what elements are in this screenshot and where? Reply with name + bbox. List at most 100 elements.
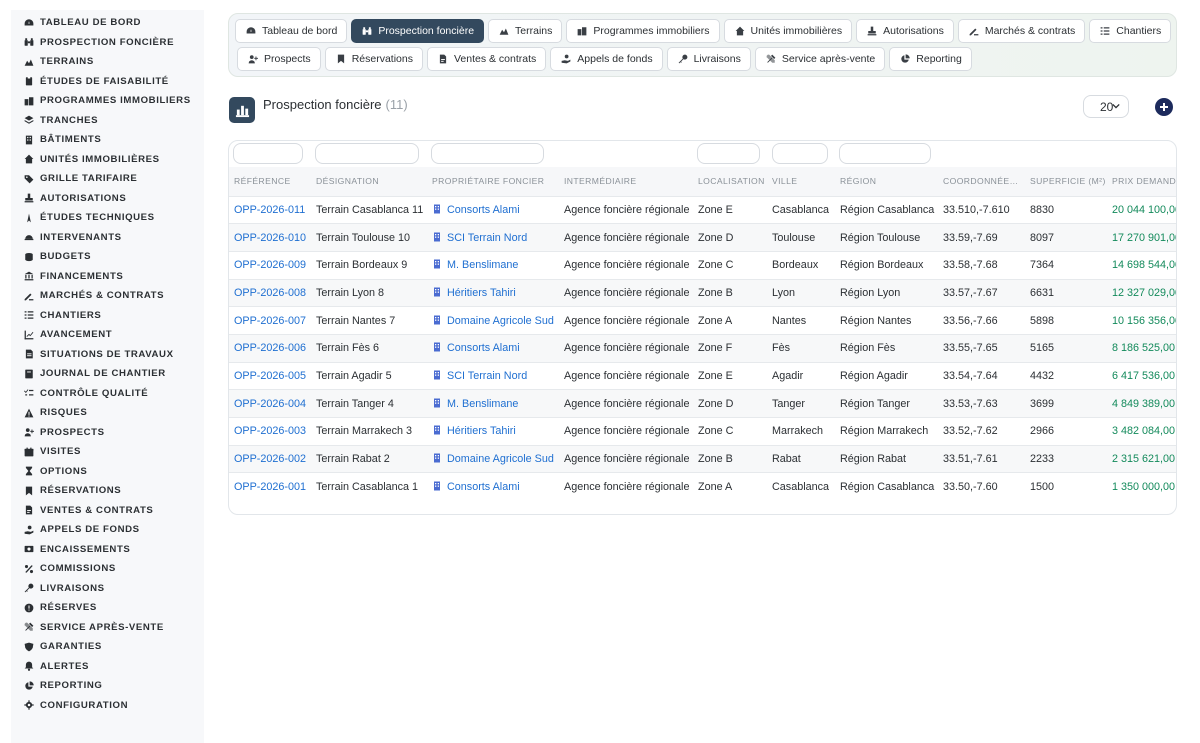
column-header[interactable]: VILLE	[767, 167, 835, 196]
sidebar-item-configuration[interactable]: CONFIGURATION	[11, 696, 204, 716]
filter-city[interactable]	[772, 143, 828, 164]
sidebar-item-chantiers[interactable]: CHANTIERS	[11, 306, 204, 326]
reference-link[interactable]: OPP-2026-006	[234, 342, 306, 354]
column-header[interactable]: SUPERFICIE (M²)	[1025, 167, 1107, 196]
owner-link[interactable]: SCI Terrain Nord	[447, 370, 527, 382]
sidebar-item-encaissements[interactable]: ENCAISSEMENTS	[11, 540, 204, 560]
sidebar-item-batiments[interactable]: BÂTIMENTS	[11, 130, 204, 150]
tab-reporting[interactable]: Reporting	[889, 47, 972, 71]
sidebar-item-budgets[interactable]: BUDGETS	[11, 247, 204, 267]
sidebar-item-tranches[interactable]: TRANCHES	[11, 111, 204, 131]
reference-link[interactable]: OPP-2026-011	[234, 204, 305, 216]
sidebar-item-terrains[interactable]: TERRAINS	[11, 52, 204, 72]
reference-link[interactable]: OPP-2026-010	[234, 232, 306, 244]
reference-link[interactable]: OPP-2026-004	[234, 398, 306, 410]
filter-reference[interactable]	[233, 143, 303, 164]
filter-owner[interactable]	[431, 143, 544, 164]
reference-link[interactable]: OPP-2026-001	[234, 481, 306, 493]
table-row[interactable]: OPP-2026-002 Terrain Rabat 2 Domaine Agric…	[229, 444, 1176, 473]
column-header[interactable]: RÉFÉRENCE	[229, 167, 311, 196]
sidebar-item-situations-de-travaux[interactable]: SITUATIONS DE TRAVAUX	[11, 345, 204, 365]
table-row[interactable]: OPP-2026-009 Terrain Bordeaux 9 M. Benslim…	[229, 250, 1176, 280]
owner-link[interactable]: Consorts Alami	[447, 342, 520, 354]
sidebar-item-journal-de-chantier[interactable]: JOURNAL DE CHANTIER	[11, 364, 204, 384]
filter-location[interactable]	[697, 143, 760, 164]
owner-link[interactable]: M. Benslimane	[447, 259, 518, 271]
tab-marches-contrats[interactable]: Marchés & contrats	[957, 19, 1086, 43]
table-row[interactable]: OPP-2026-008 Terrain Lyon 8 Héritiers Tahi…	[229, 278, 1176, 307]
owner-link[interactable]: Consorts Alami	[447, 204, 520, 216]
owner-link[interactable]: Domaine Agricole Sud	[447, 315, 554, 327]
reference-link[interactable]: OPP-2026-005	[234, 370, 306, 382]
sidebar-item-commissions[interactable]: COMMISSIONS	[11, 559, 204, 579]
tab-chantiers[interactable]: Chantiers	[1089, 19, 1172, 43]
tab-appels-de-fonds[interactable]: Appels de fonds	[550, 47, 663, 71]
filter-designation[interactable]	[315, 143, 419, 164]
sidebar-item-visites[interactable]: VISITES	[11, 442, 204, 462]
reference-link[interactable]: OPP-2026-009	[234, 259, 306, 271]
tab-terrains[interactable]: Terrains	[488, 19, 563, 43]
table-row[interactable]: OPP-2026-004 Terrain Tanger 4 M. Bensliman…	[229, 389, 1176, 418]
sidebar-item-garanties[interactable]: GARANTIES	[11, 637, 204, 657]
sidebar-item-etudes-techniques[interactable]: ÉTUDES TECHNIQUES	[11, 208, 204, 228]
table-row[interactable]: OPP-2026-007 Terrain Nantes 7 Domaine Agri…	[229, 306, 1176, 335]
sidebar-item-livraisons[interactable]: LIVRAISONS	[11, 579, 204, 599]
tab-autorisations[interactable]: Autorisations	[856, 19, 954, 43]
reference-link[interactable]: OPP-2026-002	[234, 453, 306, 465]
tab-livraisons[interactable]: Livraisons	[666, 47, 751, 71]
column-header[interactable]: COORDONNÉE…	[938, 167, 1025, 196]
sidebar-item-autorisations[interactable]: AUTORISATIONS	[11, 189, 204, 209]
sidebar-item-grille-tarifaire[interactable]: GRILLE TARIFAIRE	[11, 169, 204, 189]
table-row[interactable]: OPP-2026-001 Terrain Casablanca 1 Consorts…	[229, 472, 1176, 501]
tab-reservations[interactable]: Réservations	[324, 47, 423, 71]
sidebar-item-etudes-de-faisabilite[interactable]: ÉTUDES DE FAISABILITÉ	[11, 72, 204, 92]
table-row[interactable]: OPP-2026-005 Terrain Agadir 5 SCI Terrain …	[229, 361, 1176, 390]
reference-link[interactable]: OPP-2026-007	[234, 315, 306, 327]
sidebar-item-alertes[interactable]: ALERTES	[11, 657, 204, 677]
sidebar-item-intervenants[interactable]: INTERVENANTS	[11, 228, 204, 248]
sidebar-item-tableau-de-bord[interactable]: TABLEAU DE BORD	[11, 13, 204, 33]
table-row[interactable]: OPP-2026-011 Terrain Casablanca 11 Consort…	[229, 195, 1176, 224]
sidebar-item-programmes-immobiliers[interactable]: PROGRAMMES IMMOBILIERS	[11, 91, 204, 111]
sidebar-item-financements[interactable]: FINANCEMENTS	[11, 267, 204, 287]
sidebar-item-options[interactable]: OPTIONS	[11, 462, 204, 482]
tab-service-apres-vente[interactable]: Service après-vente	[754, 47, 886, 71]
tab-prospection-fonciere[interactable]: Prospection foncière	[351, 19, 485, 43]
sidebar-item-appels-de-fonds[interactable]: APPELS DE FONDS	[11, 520, 204, 540]
owner-link[interactable]: Héritiers Tahiri	[447, 425, 516, 437]
owner-link[interactable]: SCI Terrain Nord	[447, 232, 527, 244]
sidebar-item-prospection-fonciere[interactable]: PROSPECTION FONCIÈRE	[11, 33, 204, 53]
sidebar-item-controle-qualite[interactable]: CONTRÔLE QUALITÉ	[11, 384, 204, 404]
sidebar-item-avancement[interactable]: AVANCEMENT	[11, 325, 204, 345]
sidebar-item-unites-immobilieres[interactable]: UNITÉS IMMOBILIÈRES	[11, 150, 204, 170]
sidebar-item-reservations[interactable]: RÉSERVATIONS	[11, 481, 204, 501]
column-header[interactable]: RÉGION	[835, 167, 938, 196]
sidebar-item-service-apres-vente[interactable]: SERVICE APRÈS-VENTE	[11, 618, 204, 638]
filter-region[interactable]	[839, 143, 931, 164]
tab-tableau-de-bord[interactable]: Tableau de bord	[235, 19, 348, 43]
owner-link[interactable]: Héritiers Tahiri	[447, 287, 516, 299]
column-header[interactable]: PRIX DEMANDÉ	[1107, 167, 1176, 196]
tab-programmes-immobiliers[interactable]: Programmes immobiliers	[566, 19, 720, 43]
tab-unites-immobilieres[interactable]: Unités immobilières	[723, 19, 853, 43]
reference-link[interactable]: OPP-2026-008	[234, 287, 306, 299]
column-header[interactable]: PROPRIÉTAIRE FONCIER	[427, 167, 559, 196]
per-page-select[interactable]: 20	[1083, 95, 1129, 118]
table-row[interactable]: OPP-2026-010 Terrain Toulouse 10 SCI Terra…	[229, 223, 1176, 252]
owner-link[interactable]: Domaine Agricole Sud	[447, 453, 554, 465]
add-button[interactable]	[1155, 98, 1173, 116]
tab-ventes-contrats[interactable]: Ventes & contrats	[426, 47, 547, 71]
sidebar-item-reporting[interactable]: REPORTING	[11, 676, 204, 696]
column-header[interactable]: INTERMÉDIAIRE	[559, 167, 693, 196]
sidebar-item-marches-contrats[interactable]: MARCHÉS & CONTRATS	[11, 286, 204, 306]
sidebar-item-reserves[interactable]: RÉSERVES	[11, 598, 204, 618]
owner-link[interactable]: M. Benslimane	[447, 398, 518, 410]
sidebar-item-risques[interactable]: RISQUES	[11, 403, 204, 423]
tab-prospects[interactable]: Prospects	[237, 47, 321, 71]
table-row[interactable]: OPP-2026-006 Terrain Fès 6 Consorts Alami A…	[229, 333, 1176, 363]
sidebar-item-prospects[interactable]: PROSPECTS	[11, 423, 204, 443]
table-row[interactable]: OPP-2026-003 Terrain Marrakech 3 Héritiers…	[229, 417, 1176, 446]
column-header[interactable]: LOCALISATION	[693, 167, 767, 196]
owner-link[interactable]: Consorts Alami	[447, 481, 520, 493]
reference-link[interactable]: OPP-2026-003	[234, 425, 306, 437]
